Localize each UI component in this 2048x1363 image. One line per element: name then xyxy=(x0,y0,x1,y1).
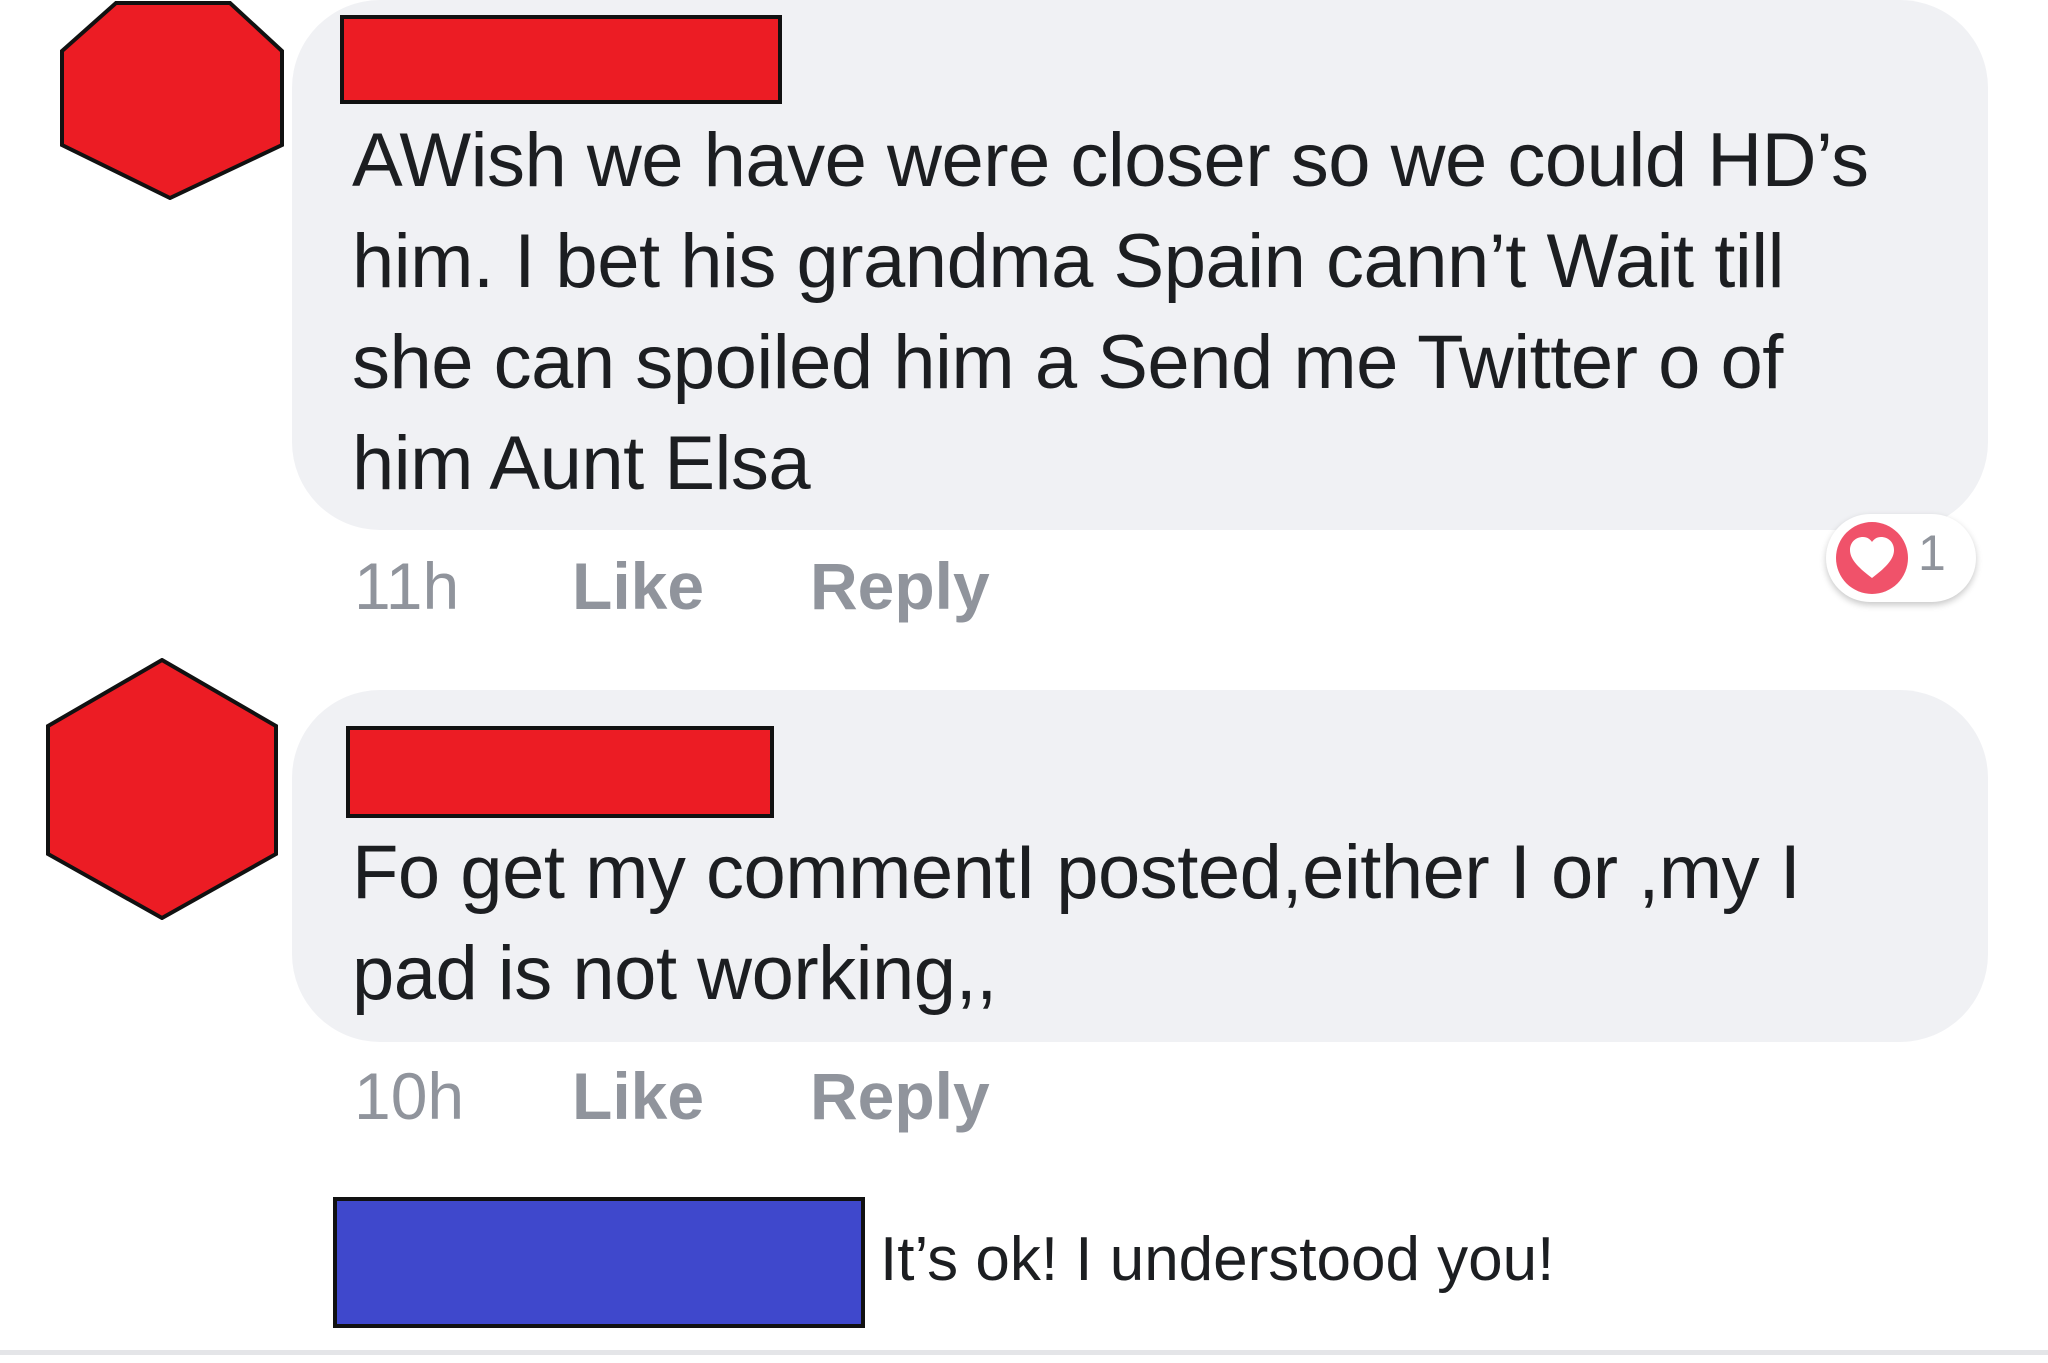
comment-line: him Aunt Elsa xyxy=(352,421,811,506)
comment-line: Fo get my commentI posted,either I or ,m… xyxy=(352,830,1801,915)
heart-icon xyxy=(1834,520,1910,601)
redacted-avatar[interactable] xyxy=(60,0,284,200)
comment-timestamp: 10h xyxy=(354,1059,465,1133)
reply-preview-text[interactable]: It’s ok! I understood you! xyxy=(880,1222,1554,1298)
reply-button[interactable]: Reply xyxy=(810,1058,990,1134)
reaction-badge[interactable]: 1 xyxy=(1826,514,1976,602)
like-button[interactable]: Like xyxy=(572,548,704,624)
divider xyxy=(0,1350,2048,1355)
like-button[interactable]: Like xyxy=(572,1058,704,1134)
reaction-count: 1 xyxy=(1918,525,1946,581)
redacted-replier-name[interactable] xyxy=(333,1197,865,1328)
comment-text: AWish we have were closer so we could HD… xyxy=(352,110,1869,514)
redacted-avatar[interactable] xyxy=(46,658,278,920)
comment-line: AWish we have were closer so we could HD… xyxy=(352,118,1869,203)
comment-line: she can spoiled him a Send me Twitter o … xyxy=(352,320,1783,405)
redacted-commenter-name[interactable] xyxy=(346,726,774,818)
comment-line: him. I bet his grandma Spain cann’t Wait… xyxy=(352,219,1785,304)
comment-bubble: AWish we have were closer so we could HD… xyxy=(292,0,1988,530)
reply-button[interactable]: Reply xyxy=(810,548,990,624)
comment-bubble: Fo get my commentI posted,either I or ,m… xyxy=(292,690,1988,1042)
comment-timestamp: 11h xyxy=(354,549,460,623)
comment-line: pad is not working,, xyxy=(352,931,997,1016)
comment-text: Fo get my commentI posted,either I or ,m… xyxy=(352,822,1801,1024)
redacted-commenter-name[interactable] xyxy=(340,15,782,104)
